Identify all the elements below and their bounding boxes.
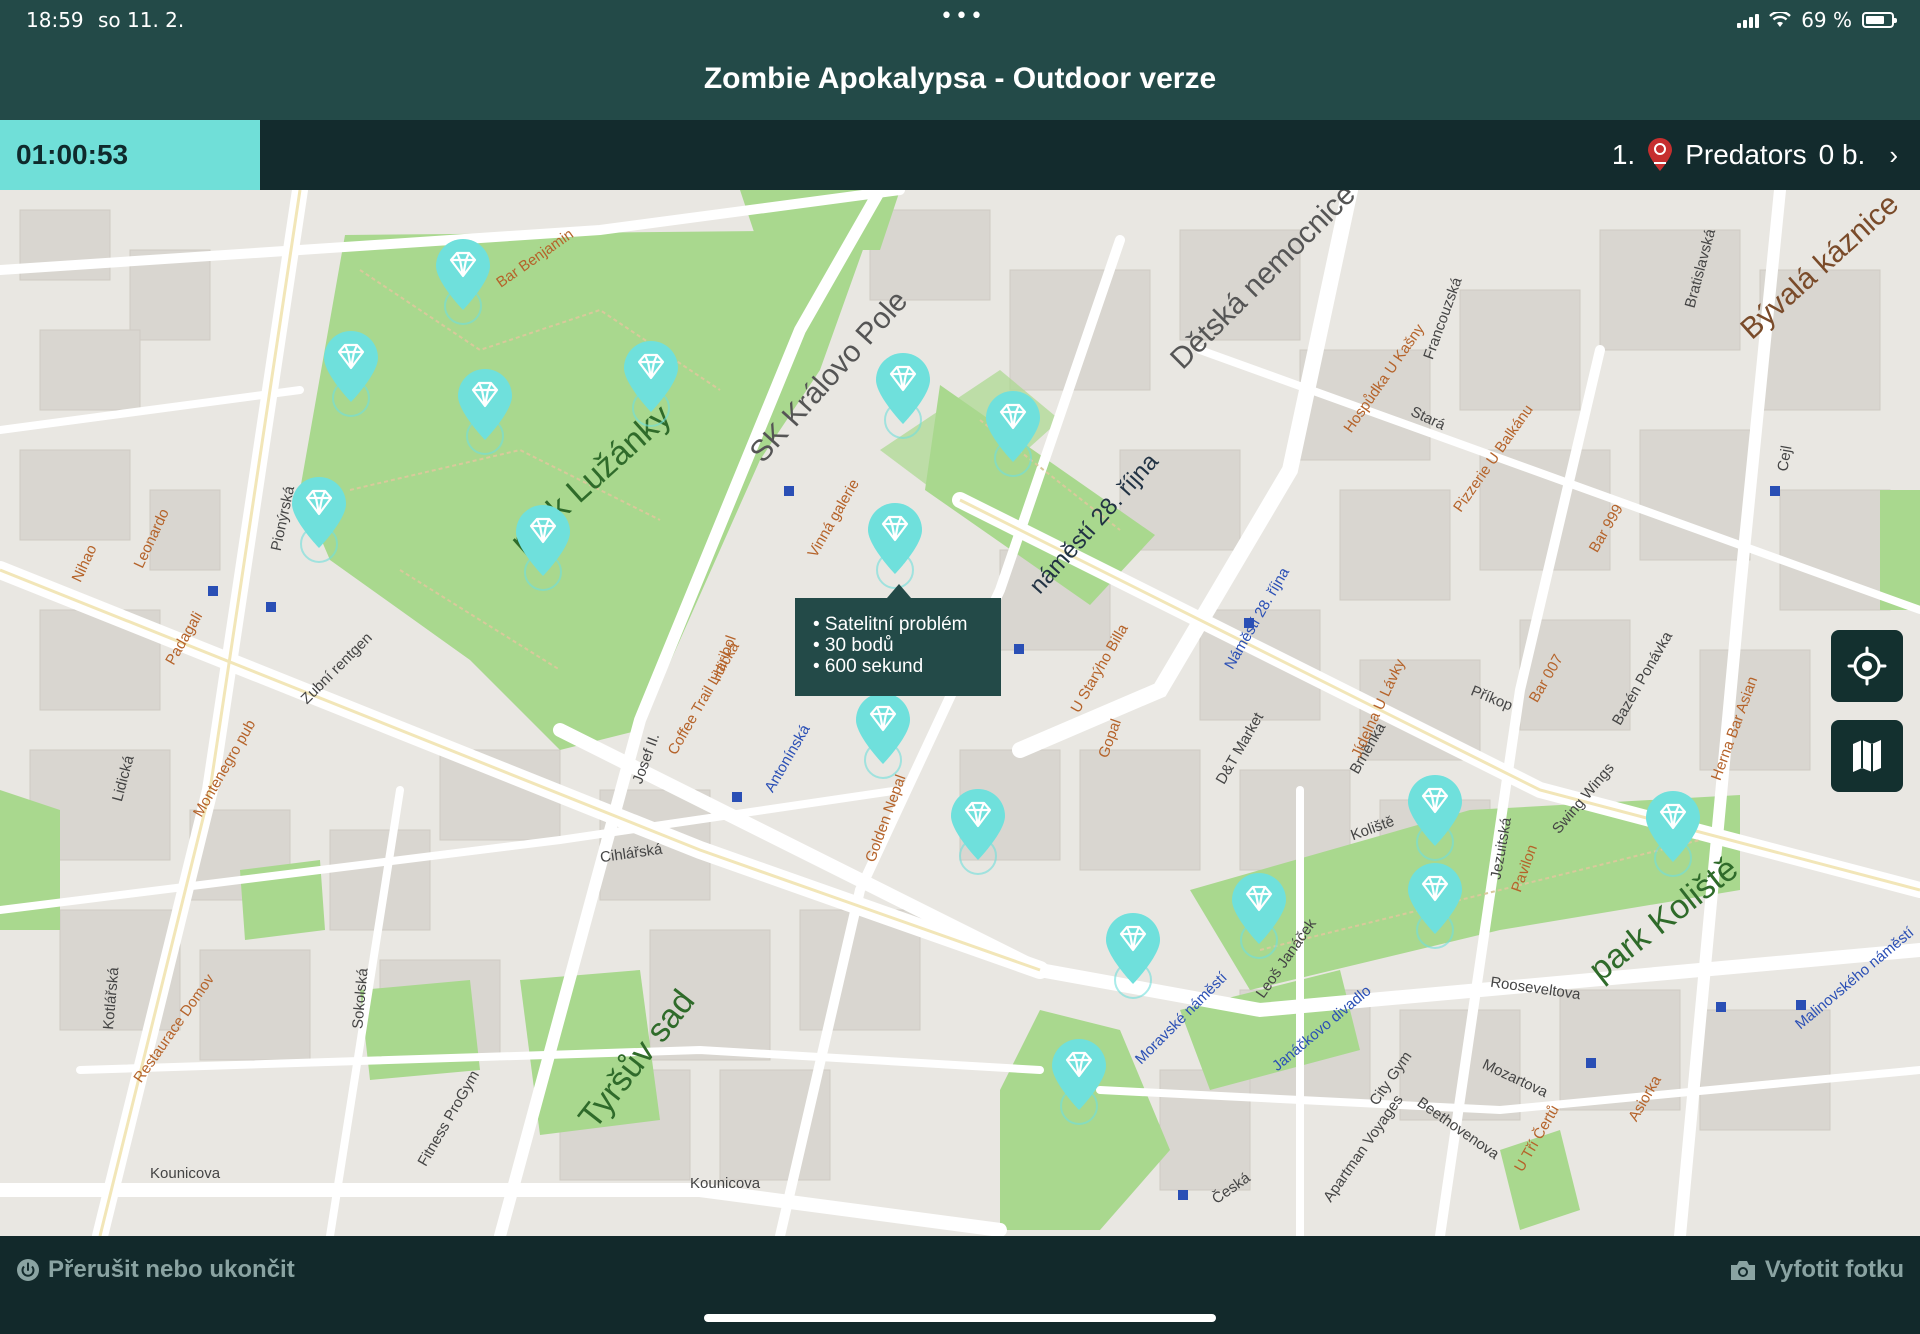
tooltip-task-time: • 600 sekund — [813, 656, 924, 677]
app-title-bar: Zombie Apokalypsa - Outdoor verze — [0, 44, 1920, 120]
task-marker-diamond-pin-icon[interactable] — [1100, 912, 1166, 1012]
task-tooltip[interactable]: • Satelitní problém • 30 bodů • 600 seku… — [795, 584, 1001, 696]
team-standing[interactable]: 1. Predators 0 b. › — [1612, 120, 1898, 190]
chevron-right-icon: › — [1889, 139, 1898, 170]
task-marker-diamond-pin-icon[interactable] — [510, 504, 576, 604]
power-icon — [17, 1259, 39, 1281]
take-photo-label: Vyfotit fotku — [1764, 1256, 1904, 1283]
task-marker-diamond-pin-icon[interactable] — [618, 340, 684, 440]
camera-icon — [1730, 1261, 1755, 1280]
abort-button[interactable]: Přerušit nebo ukončit — [16, 1256, 295, 1284]
game-timer: 01:00:53 — [0, 120, 260, 190]
map-label-street: Kounicova — [150, 1165, 221, 1182]
tooltip-task-points: • 30 bodů — [813, 635, 894, 656]
date: so 11. 2. — [98, 8, 185, 32]
battery-icon — [1862, 12, 1897, 28]
score-bar: 01:00:53 1. Predators 0 b. › — [0, 120, 1920, 190]
map-layers-button[interactable] — [1831, 720, 1903, 792]
task-marker-diamond-pin-icon[interactable] — [430, 238, 496, 338]
location-pin-icon — [1648, 138, 1673, 171]
abort-label: Přerušit nebo ukončit — [48, 1256, 295, 1283]
task-marker-diamond-pin-icon[interactable] — [1640, 790, 1706, 890]
task-marker-diamond-pin-icon[interactable] — [945, 788, 1011, 888]
task-marker-diamond-pin-icon[interactable] — [980, 390, 1046, 490]
task-marker-diamond-pin-icon[interactable] — [870, 352, 936, 452]
clock: 18:59 — [26, 8, 84, 32]
task-marker-diamond-pin-icon[interactable] — [1402, 862, 1468, 962]
team-points: 0 b. — [1818, 139, 1866, 170]
status-indicators: 69 % — [1737, 8, 1897, 32]
task-marker-diamond-pin-icon[interactable] — [1046, 1038, 1112, 1138]
task-marker-diamond-pin-icon[interactable] — [452, 368, 518, 468]
locate-me-button[interactable] — [1831, 630, 1903, 702]
status-bar: 18:59 so 11. 2. ••• 69 % — [0, 0, 1920, 44]
task-marker-diamond-pin-icon[interactable] — [1226, 872, 1292, 972]
map-view[interactable]: park Lužánky Tyršův sad park Koliště SK … — [0, 190, 1920, 1236]
task-marker-diamond-pin-icon[interactable] — [1402, 774, 1468, 874]
battery-percent: 69 % — [1801, 8, 1852, 32]
take-photo-button[interactable]: Vyfotit fotku — [1729, 1256, 1904, 1284]
task-marker-diamond-pin-icon[interactable] — [850, 692, 916, 792]
cellular-signal-icon — [1737, 12, 1760, 28]
page-title: Zombie Apokalypsa - Outdoor verze — [703, 62, 1217, 95]
tooltip-task-name: • Satelitní problém — [813, 614, 968, 635]
home-indicator[interactable] — [704, 1314, 1216, 1322]
map-icon — [1853, 740, 1881, 772]
map-label-street: Kounicova — [690, 1175, 761, 1192]
team-name: Predators — [1685, 139, 1807, 170]
wifi-icon — [1769, 12, 1792, 27]
task-marker-diamond-pin-icon[interactable] — [318, 330, 384, 430]
crosshair-icon — [1847, 646, 1887, 686]
task-marker-diamond-pin-icon[interactable] — [286, 476, 352, 576]
team-rank: 1. — [1611, 139, 1636, 170]
multitasking-dots-icon[interactable]: ••• — [940, 4, 985, 29]
